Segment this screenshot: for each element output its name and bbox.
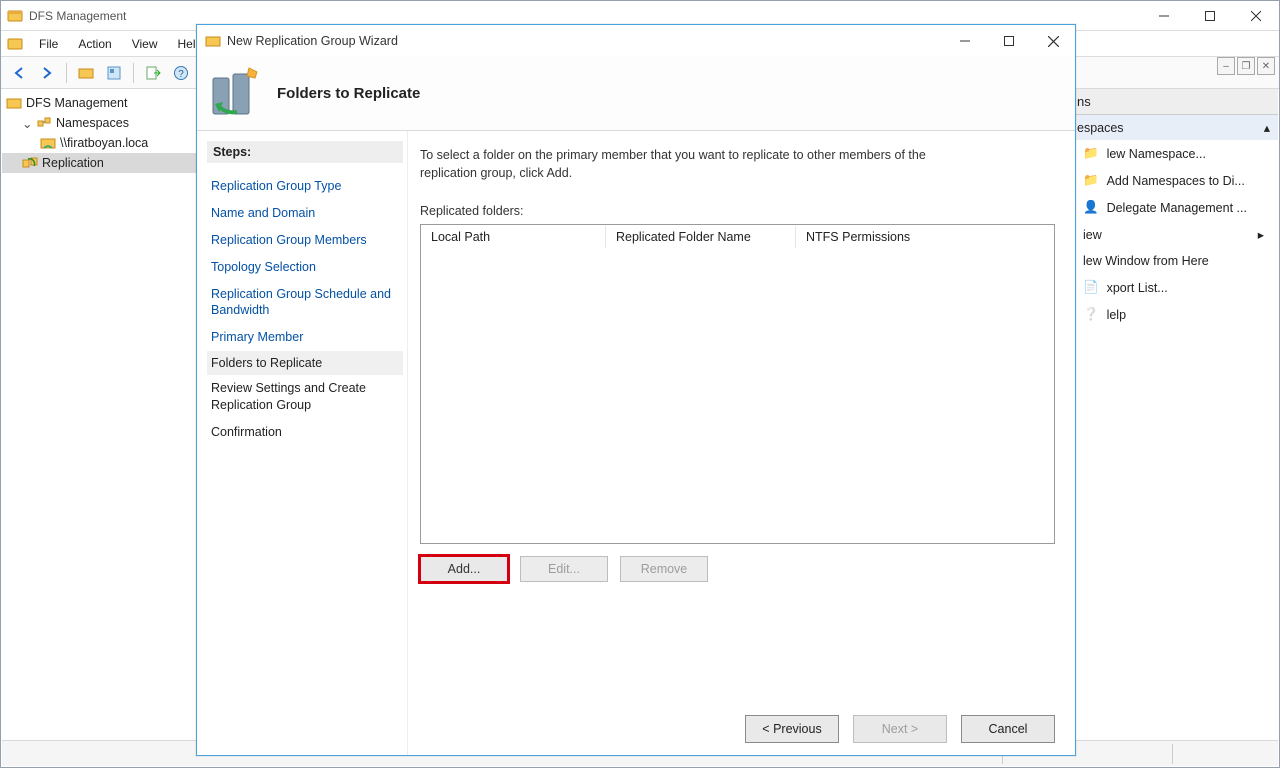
- action-new-namespace[interactable]: 📁 lew Namespace...: [1069, 140, 1278, 167]
- actions-sub-label: espaces: [1077, 121, 1124, 135]
- folder-buttons: Add... Edit... Remove: [420, 556, 1055, 582]
- col-ntfs[interactable]: NTFS Permissions: [796, 226, 936, 248]
- add-button[interactable]: Add...: [420, 556, 508, 582]
- tool-properties-button[interactable]: [102, 61, 126, 85]
- actions-subheader[interactable]: espaces ▴: [1069, 115, 1278, 140]
- wizard-title: New Replication Group Wizard: [227, 34, 398, 48]
- folder-icon: [6, 95, 22, 111]
- action-add-namespaces[interactable]: 📁 Add Namespaces to Di...: [1069, 167, 1278, 194]
- mdi-minimize[interactable]: ‒: [1217, 57, 1235, 75]
- wizard-header: Folders to Replicate: [197, 57, 1075, 131]
- menu-view[interactable]: View: [122, 33, 168, 55]
- actions-header: ns: [1069, 89, 1278, 115]
- mdi-restore[interactable]: ❐: [1237, 57, 1255, 75]
- wizard-window: New Replication Group Wizard Folders to …: [196, 24, 1076, 756]
- tool-folder-button[interactable]: [74, 61, 98, 85]
- next-button: Next >: [853, 715, 947, 743]
- wizard-main: To select a folder on the primary member…: [407, 131, 1075, 755]
- action-label: lew Window from Here: [1083, 254, 1209, 268]
- nav-forward-button[interactable]: [35, 61, 59, 85]
- mdi-close[interactable]: ✕: [1257, 57, 1275, 75]
- tree-replication[interactable]: Replication: [2, 153, 201, 173]
- wizard-body: Steps: Replication Group Type Name and D…: [197, 131, 1075, 755]
- export-icon: 📄: [1083, 280, 1099, 295]
- action-label: lew Namespace...: [1107, 147, 1206, 161]
- mdi-controls: ‒ ❐ ✕: [1217, 57, 1275, 75]
- tree-namespace-label: \\firatboyan.loca: [60, 136, 148, 150]
- close-button[interactable]: [1233, 1, 1279, 31]
- wizard-big-icon: [207, 66, 263, 122]
- step-members[interactable]: Replication Group Members: [207, 227, 403, 254]
- listview-header: Local Path Replicated Folder Name NTFS P…: [421, 225, 1054, 249]
- col-local-path[interactable]: Local Path: [421, 226, 606, 248]
- minimize-button[interactable]: [1141, 1, 1187, 31]
- menu-action[interactable]: Action: [68, 33, 121, 55]
- actions-list: 📁 lew Namespace... 📁 Add Namespaces to Di.…: [1069, 140, 1278, 328]
- step-schedule[interactable]: Replication Group Schedule and Bandwidth: [207, 281, 403, 325]
- wizard-titlebar[interactable]: New Replication Group Wizard: [197, 25, 1075, 57]
- tool-export-button[interactable]: [141, 61, 165, 85]
- remove-button: Remove: [620, 556, 708, 582]
- step-topology[interactable]: Topology Selection: [207, 254, 403, 281]
- col-folder-name[interactable]: Replicated Folder Name: [606, 226, 796, 248]
- tree-pane: DFS Management ⌄ Namespaces \\firatboyan…: [2, 89, 202, 739]
- chevron-right-icon: ▸: [1258, 227, 1264, 242]
- namespace-icon: 📁: [1083, 146, 1099, 161]
- tree-namespaces[interactable]: ⌄ Namespaces: [2, 113, 201, 133]
- cancel-button[interactable]: Cancel: [961, 715, 1055, 743]
- action-new-window[interactable]: lew Window from Here: [1069, 248, 1278, 274]
- action-label: Delegate Management ...: [1107, 201, 1247, 215]
- delegate-icon: 👤: [1083, 200, 1099, 215]
- tree-namespaces-label: Namespaces: [56, 116, 129, 130]
- app-icon: [7, 8, 23, 24]
- action-label: lelp: [1107, 308, 1126, 322]
- step-review: Review Settings and Create Replication G…: [207, 375, 403, 419]
- actions-pane: ns espaces ▴ 📁 lew Namespace... 📁 Add Name…: [1068, 89, 1278, 739]
- step-name[interactable]: Name and Domain: [207, 200, 403, 227]
- expand-icon[interactable]: ⌄: [22, 116, 32, 131]
- wizard-maximize[interactable]: [987, 27, 1031, 55]
- edit-button: Edit...: [520, 556, 608, 582]
- window-controls: [1141, 1, 1279, 31]
- steps-label: Steps:: [207, 141, 403, 163]
- tree-root-label: DFS Management: [26, 96, 127, 110]
- wizard-minimize[interactable]: [943, 27, 987, 55]
- wizard-close[interactable]: [1031, 27, 1075, 55]
- action-label: xport List...: [1107, 281, 1168, 295]
- step-confirm: Confirmation: [207, 419, 403, 446]
- share-icon: [40, 135, 56, 151]
- action-help[interactable]: ❔ lelp: [1069, 301, 1278, 328]
- tree-namespace-item[interactable]: \\firatboyan.loca: [2, 133, 201, 153]
- add-icon: 📁: [1083, 173, 1099, 188]
- nav-back-button[interactable]: [7, 61, 31, 85]
- collapse-icon[interactable]: ▴: [1264, 120, 1270, 135]
- step-primary[interactable]: Primary Member: [207, 324, 403, 351]
- tree-replication-label: Replication: [42, 156, 104, 170]
- action-label: Add Namespaces to Di...: [1107, 174, 1245, 188]
- replication-icon: [22, 155, 38, 171]
- step-folders[interactable]: Folders to Replicate: [207, 351, 403, 375]
- wizard-heading: Folders to Replicate: [277, 85, 420, 102]
- wizard-footer: < Previous Next > Cancel: [420, 697, 1055, 743]
- help-icon: ❔: [1083, 307, 1099, 322]
- replicated-folders-list[interactable]: Local Path Replicated Folder Name NTFS P…: [420, 224, 1055, 544]
- menu-file[interactable]: File: [29, 33, 68, 55]
- namespace-icon: [36, 115, 52, 131]
- action-export[interactable]: 📄 xport List...: [1069, 274, 1278, 301]
- svg-text:?: ?: [178, 69, 184, 80]
- tree-root[interactable]: DFS Management: [2, 93, 201, 113]
- step-type[interactable]: Replication Group Type: [207, 173, 403, 200]
- previous-button[interactable]: < Previous: [745, 715, 839, 743]
- action-label: iew: [1083, 228, 1102, 242]
- wizard-icon: [205, 33, 221, 49]
- tool-help-button[interactable]: ?: [169, 61, 193, 85]
- action-view[interactable]: iew ▸: [1069, 221, 1278, 248]
- wizard-intro: To select a folder on the primary member…: [420, 147, 940, 182]
- app-title: DFS Management: [29, 9, 126, 23]
- maximize-button[interactable]: [1187, 1, 1233, 31]
- wizard-steps: Steps: Replication Group Type Name and D…: [197, 131, 407, 755]
- action-delegate[interactable]: 👤 Delegate Management ...: [1069, 194, 1278, 221]
- mmc-icon: [7, 36, 23, 52]
- replicated-folders-label: Replicated folders:: [420, 204, 1055, 218]
